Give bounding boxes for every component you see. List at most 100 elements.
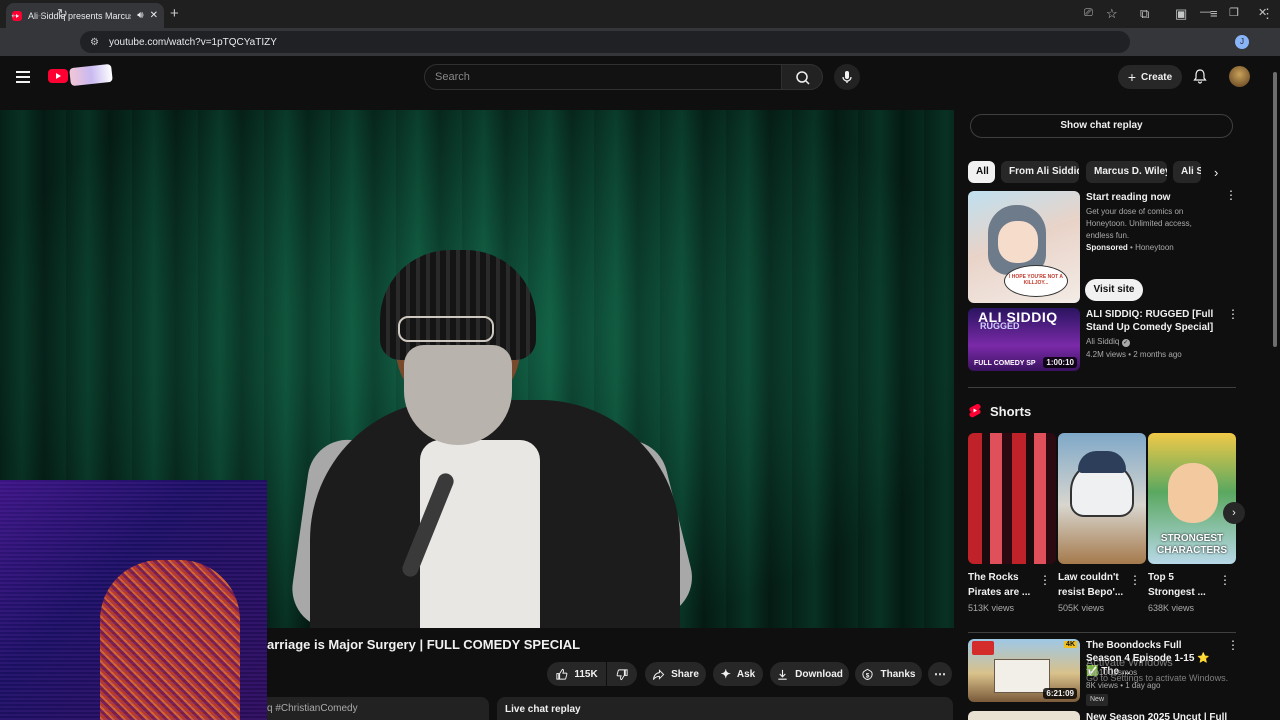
short-more-icon[interactable]: ⋮ — [1039, 574, 1051, 586]
thumb-line-2: RUGGED — [980, 321, 1020, 331]
chevron-right-icon[interactable]: › — [1214, 165, 1218, 180]
short-title[interactable]: Law couldn't resist Bepo'... — [1058, 570, 1128, 600]
install-app-icon[interactable]: ⎚ — [1084, 6, 1093, 21]
video-thumbnail-rugged[interactable]: ALI SIDDIQ RUGGED FULL COMEDY SP 1:00:10 — [968, 308, 1080, 371]
channel-name[interactable]: Ali Siddiq — [1086, 337, 1119, 346]
search-icon — [796, 71, 810, 85]
menu-icon[interactable] — [16, 71, 30, 86]
ask-button[interactable]: ✦ Ask — [713, 662, 763, 686]
sponsored-label: Sponsored — [1086, 243, 1128, 252]
chip-all[interactable]: All — [968, 161, 995, 183]
thumbs-down-icon — [616, 668, 628, 680]
create-button[interactable]: + Create — [1118, 65, 1182, 89]
bullet-separator: • — [1130, 243, 1133, 252]
new-tab-icon[interactable]: + — [170, 5, 179, 22]
visit-site-button[interactable]: Visit site — [1085, 279, 1143, 301]
ad-thumbnail[interactable]: I HOPE YOU'RE NOT A KILLJOY... — [968, 191, 1080, 303]
activate-windows-title: Activate Windows — [1086, 657, 1173, 669]
thanks-label: Thanks — [880, 668, 916, 680]
download-icon — [778, 669, 787, 680]
short-views: 638K views — [1148, 603, 1195, 613]
activate-windows-subtitle: Go to Settings to activate Windows. — [1086, 673, 1229, 683]
short-more-icon[interactable]: ⋮ — [1219, 574, 1231, 586]
show-chat-replay-button[interactable]: Show chat replay — [970, 114, 1233, 138]
webcam-filter — [0, 480, 267, 720]
section-divider — [968, 387, 1236, 388]
voice-search-button[interactable] — [834, 64, 860, 90]
chip-marcus-d-wiley[interactable]: Marcus D. Wiley — [1086, 161, 1167, 183]
speaker-icon[interactable]: 🔊︎ — [137, 10, 143, 21]
ad-sponsor-line: Sponsored • Honeytoon — [1086, 242, 1174, 254]
close-tab-icon[interactable]: ✕ — [150, 10, 158, 21]
address-bar[interactable]: ⚙ youtube.com/watch?v=1pTQCYaTIZY — [80, 31, 1130, 53]
ad-more-icon[interactable]: ⋮ — [1225, 189, 1237, 201]
youtube-logo-icon[interactable] — [48, 69, 68, 83]
shorts-next-arrow-icon[interactable]: › — [1223, 502, 1245, 524]
page-scrollbar[interactable] — [1272, 60, 1278, 720]
reload-icon[interactable]: ↻ — [57, 6, 68, 21]
channel-name-line[interactable]: Ali Siddiq ✓ — [1086, 336, 1130, 348]
short-views: 513K views — [968, 603, 1015, 613]
extensions-icon[interactable]: ⧉ — [1140, 6, 1149, 21]
video-thumbnail-partial[interactable] — [968, 711, 1080, 720]
video-more-icon[interactable]: ⋮ — [1227, 308, 1239, 320]
ad-bubble-text: I HOPE YOU'RE NOT A KILLJOY... — [1009, 274, 1063, 286]
media-controls-icon[interactable]: ≡ — [1210, 6, 1218, 21]
chip-ali-s[interactable]: Ali S — [1173, 161, 1201, 183]
ad-character-face — [998, 221, 1038, 263]
video-duration: 6:21:09 — [1043, 688, 1077, 699]
download-button[interactable]: Download — [770, 662, 849, 686]
browser-menu-icon[interactable]: ⋮ — [1261, 6, 1274, 21]
more-actions-button[interactable]: ⋯ — [928, 662, 952, 686]
ad-description: Get your dose of comics on Honeytoon. Un… — [1086, 207, 1192, 240]
dislike-button[interactable] — [607, 662, 637, 686]
description-snippet: q #ChristianComedy — [267, 703, 358, 714]
create-label: Create — [1141, 71, 1173, 83]
short-title[interactable]: Top 5 Strongest ... — [1148, 570, 1218, 600]
scrollbar-thumb[interactable] — [1273, 72, 1277, 347]
browser-tab[interactable]: Ali Siddiq presents Marcus 🔊︎ ✕ — [6, 3, 164, 28]
short-title[interactable]: The Rocks Pirates are ... — [968, 570, 1038, 600]
forward-icon[interactable]: → — [33, 6, 46, 21]
video-title-partial[interactable]: New Season 2025 Uncut | Full — [1086, 711, 1236, 720]
video-title: arriage is Major Surgery | FULL COMEDY S… — [267, 637, 581, 652]
thumb-quality: 4K — [1064, 641, 1077, 648]
short-more-icon[interactable]: ⋮ — [1129, 574, 1141, 586]
short-thumbnail[interactable]: STRONGEST CHARACTERS — [1148, 433, 1236, 564]
video-thumbnail-boondocks[interactable]: 4K 6:21:09 — [968, 639, 1080, 702]
performer-glasses — [398, 316, 494, 342]
share-button[interactable]: Share — [645, 662, 706, 686]
video-more-icon[interactable]: ⋮ — [1227, 639, 1239, 651]
verified-check-icon: ✓ — [1121, 339, 1130, 347]
ad-advertiser: Honeytoon — [1135, 243, 1174, 252]
browser-profile-avatar[interactable]: J — [1235, 35, 1249, 49]
description-box[interactable]: q #ChristianComedy — [267, 697, 489, 720]
sidebar-panel-icon[interactable]: ▣ — [1175, 6, 1187, 21]
video-title-rugged[interactable]: ALI SIDDIQ: RUGGED [Full Stand Up Comedy… — [1086, 308, 1221, 334]
short-character-hat — [1078, 451, 1126, 473]
site-info-icon[interactable]: ⚙ — [90, 37, 99, 48]
account-avatar[interactable] — [1229, 66, 1250, 87]
thumb-line-3: FULL COMEDY SP — [974, 360, 1036, 367]
shorts-header: Shorts — [968, 403, 1031, 419]
short-views: 505K views — [1058, 603, 1105, 613]
restore-icon[interactable]: ❐ — [1229, 6, 1239, 19]
video-meta: 4.2M views • 2 months ago — [1086, 350, 1182, 359]
new-badge: New — [1086, 694, 1109, 706]
search-input[interactable]: Search — [424, 64, 782, 90]
sparkle-icon: ✦ — [720, 667, 731, 681]
notifications-bell-icon[interactable] — [1192, 68, 1208, 84]
performer-hair — [380, 250, 536, 360]
chip-from-ali-siddiq[interactable]: From Ali Siddiq — [1001, 161, 1079, 183]
short-thumbnail[interactable] — [1058, 433, 1146, 564]
search-button[interactable] — [781, 64, 823, 90]
short-thumbnail[interactable] — [968, 433, 1056, 564]
back-icon[interactable]: ← — [9, 6, 22, 21]
thanks-button[interactable]: $ Thanks — [855, 662, 922, 686]
ad-speech-bubble: I HOPE YOU'RE NOT A KILLJOY... — [1004, 265, 1068, 297]
like-button[interactable]: 115K — [547, 662, 606, 686]
live-chat-replay-panel[interactable]: Live chat replay — [497, 697, 953, 720]
ad-title[interactable]: Start reading now — [1086, 191, 1170, 204]
bookmark-star-icon[interactable]: ☆ — [1106, 6, 1118, 21]
short-character-face — [1168, 463, 1218, 523]
